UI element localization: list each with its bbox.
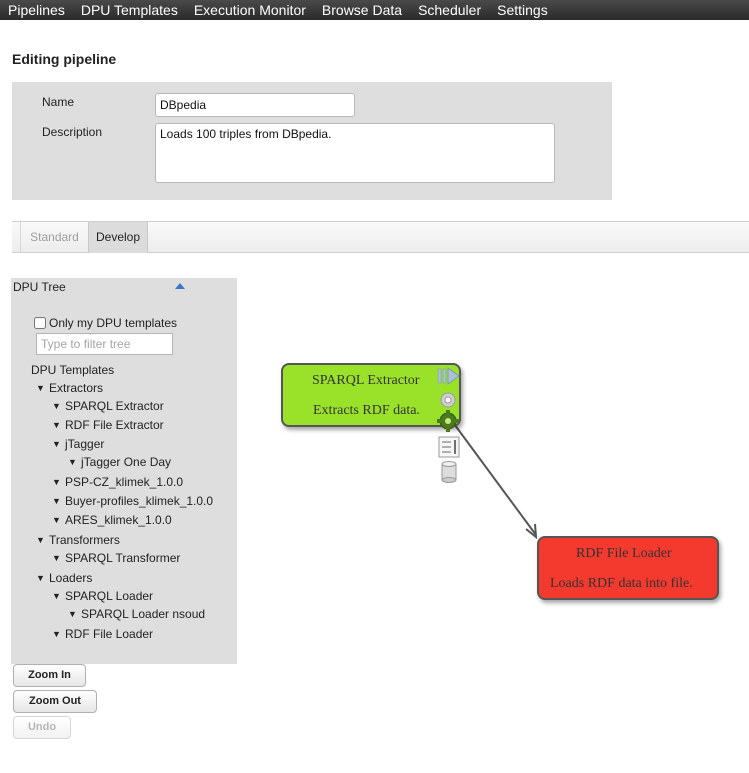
- expanded-triangle-icon[interactable]: ▼: [52, 591, 65, 601]
- expanded-triangle-icon[interactable]: ▼: [52, 553, 65, 563]
- tree-node-jtagger-one-day[interactable]: ▼ jTagger One Day: [68, 455, 171, 469]
- tree-node-loaders[interactable]: ▼ Loaders: [36, 571, 92, 585]
- dpu-node-rdf-file-loader[interactable]: RDF File Loader Loads RDF data into file…: [537, 536, 719, 600]
- settings-gear-icon[interactable]: [437, 410, 459, 432]
- page-title: Editing pipeline: [12, 51, 117, 67]
- nav-settings[interactable]: Settings: [497, 2, 548, 18]
- tab-standard[interactable]: Standard: [20, 222, 88, 253]
- node-name: SPARQL Extractor: [312, 373, 420, 388]
- editor-tabbar: Standard Develop: [12, 221, 749, 253]
- dpu-tree-title: DPU Tree: [13, 280, 66, 294]
- expanded-triangle-icon[interactable]: ▼: [52, 401, 65, 411]
- only-my-templates-checkbox[interactable]: Only my DPU templates: [34, 316, 177, 330]
- tree-node-jtagger[interactable]: ▼ jTagger: [52, 437, 104, 451]
- expanded-triangle-icon[interactable]: ▼: [52, 515, 65, 525]
- expanded-triangle-icon[interactable]: ▼: [52, 439, 65, 449]
- nav-pipelines[interactable]: Pipelines: [8, 2, 65, 18]
- tree-node-rdf-file-loader[interactable]: ▼ RDF File Loader: [52, 627, 153, 641]
- expanded-triangle-icon[interactable]: ▼: [36, 535, 49, 545]
- filter-tree-input[interactable]: [36, 333, 173, 355]
- expanded-triangle-icon[interactable]: ▼: [68, 609, 81, 619]
- tree-node-extractors[interactable]: ▼ Extractors: [36, 381, 103, 395]
- expanded-triangle-icon[interactable]: ▼: [36, 573, 49, 583]
- expanded-triangle-icon[interactable]: ▼: [52, 420, 65, 430]
- collapse-arrow-icon[interactable]: [174, 281, 186, 290]
- connection-edge: [448, 416, 537, 536]
- tree-node-psp-cz[interactable]: ▼ PSP-CZ_klimek_1.0.0: [52, 475, 183, 489]
- database-icon[interactable]: [440, 461, 458, 483]
- top-navigation: Pipelines DPU Templates Execution Monito…: [0, 0, 749, 20]
- tree-node-sparql-loader-nsoud[interactable]: ▼ SPARQL Loader nsoud: [68, 607, 205, 621]
- expanded-triangle-icon[interactable]: ▼: [52, 477, 65, 487]
- dpu-templates-root: DPU Templates: [31, 363, 115, 377]
- expanded-triangle-icon[interactable]: ▼: [52, 629, 65, 639]
- nav-execution-monitor[interactable]: Execution Monitor: [194, 2, 306, 18]
- description-textarea[interactable]: Loads 100 triples from DBpedia.: [155, 123, 555, 183]
- expanded-triangle-icon[interactable]: ▼: [52, 496, 65, 506]
- name-input[interactable]: [155, 93, 355, 117]
- expanded-triangle-icon[interactable]: ▼: [68, 457, 81, 467]
- tree-node-sparql-loader[interactable]: ▼ SPARQL Loader: [52, 589, 153, 603]
- zoom-out-button[interactable]: Zoom Out: [13, 690, 97, 713]
- tree-node-sparql-extractor[interactable]: ▼ SPARQL Extractor: [52, 399, 164, 413]
- nav-dpu-templates[interactable]: DPU Templates: [81, 2, 178, 18]
- run-arrow-icon[interactable]: [437, 366, 461, 386]
- node-description: Extracts RDF data.: [313, 403, 420, 418]
- dpu-tree-panel: DPU Tree Only my DPU templates DPU Templ…: [11, 278, 237, 664]
- expanded-triangle-icon[interactable]: ▼: [36, 383, 49, 393]
- tree-node-rdf-file-extractor[interactable]: ▼ RDF File Extractor: [52, 418, 164, 432]
- node-description: Loads RDF data into file.: [550, 576, 693, 591]
- undo-button[interactable]: Undo: [13, 716, 71, 739]
- only-my-label: Only my DPU templates: [49, 316, 178, 330]
- tree-node-sparql-transformer[interactable]: ▼ SPARQL Transformer: [52, 551, 180, 565]
- description-label: Description: [42, 125, 103, 139]
- tree-node-transformers[interactable]: ▼ Transformers: [36, 533, 120, 547]
- pipeline-form: Name Description Loads 100 triples from …: [12, 82, 612, 200]
- gear-icon[interactable]: [438, 390, 458, 410]
- dpu-node-sparql-extractor[interactable]: SPARQL Extractor Extracts RDF data.: [281, 363, 461, 427]
- zoom-in-button[interactable]: Zoom In: [13, 664, 86, 687]
- connection-arrowhead-icon: [525, 523, 538, 540]
- name-label: Name: [42, 95, 75, 109]
- properties-icon[interactable]: [438, 436, 460, 458]
- only-my-checkbox-box[interactable]: [34, 317, 46, 329]
- tree-node-buyer-profiles[interactable]: ▼ Buyer-profiles_klimek_1.0.0: [52, 494, 213, 508]
- tab-develop[interactable]: Develop: [88, 222, 148, 253]
- nav-scheduler[interactable]: Scheduler: [418, 2, 481, 18]
- tree-node-ares[interactable]: ▼ ARES_klimek_1.0.0: [52, 513, 172, 527]
- nav-browse-data[interactable]: Browse Data: [322, 2, 402, 18]
- node-name: RDF File Loader: [576, 546, 672, 561]
